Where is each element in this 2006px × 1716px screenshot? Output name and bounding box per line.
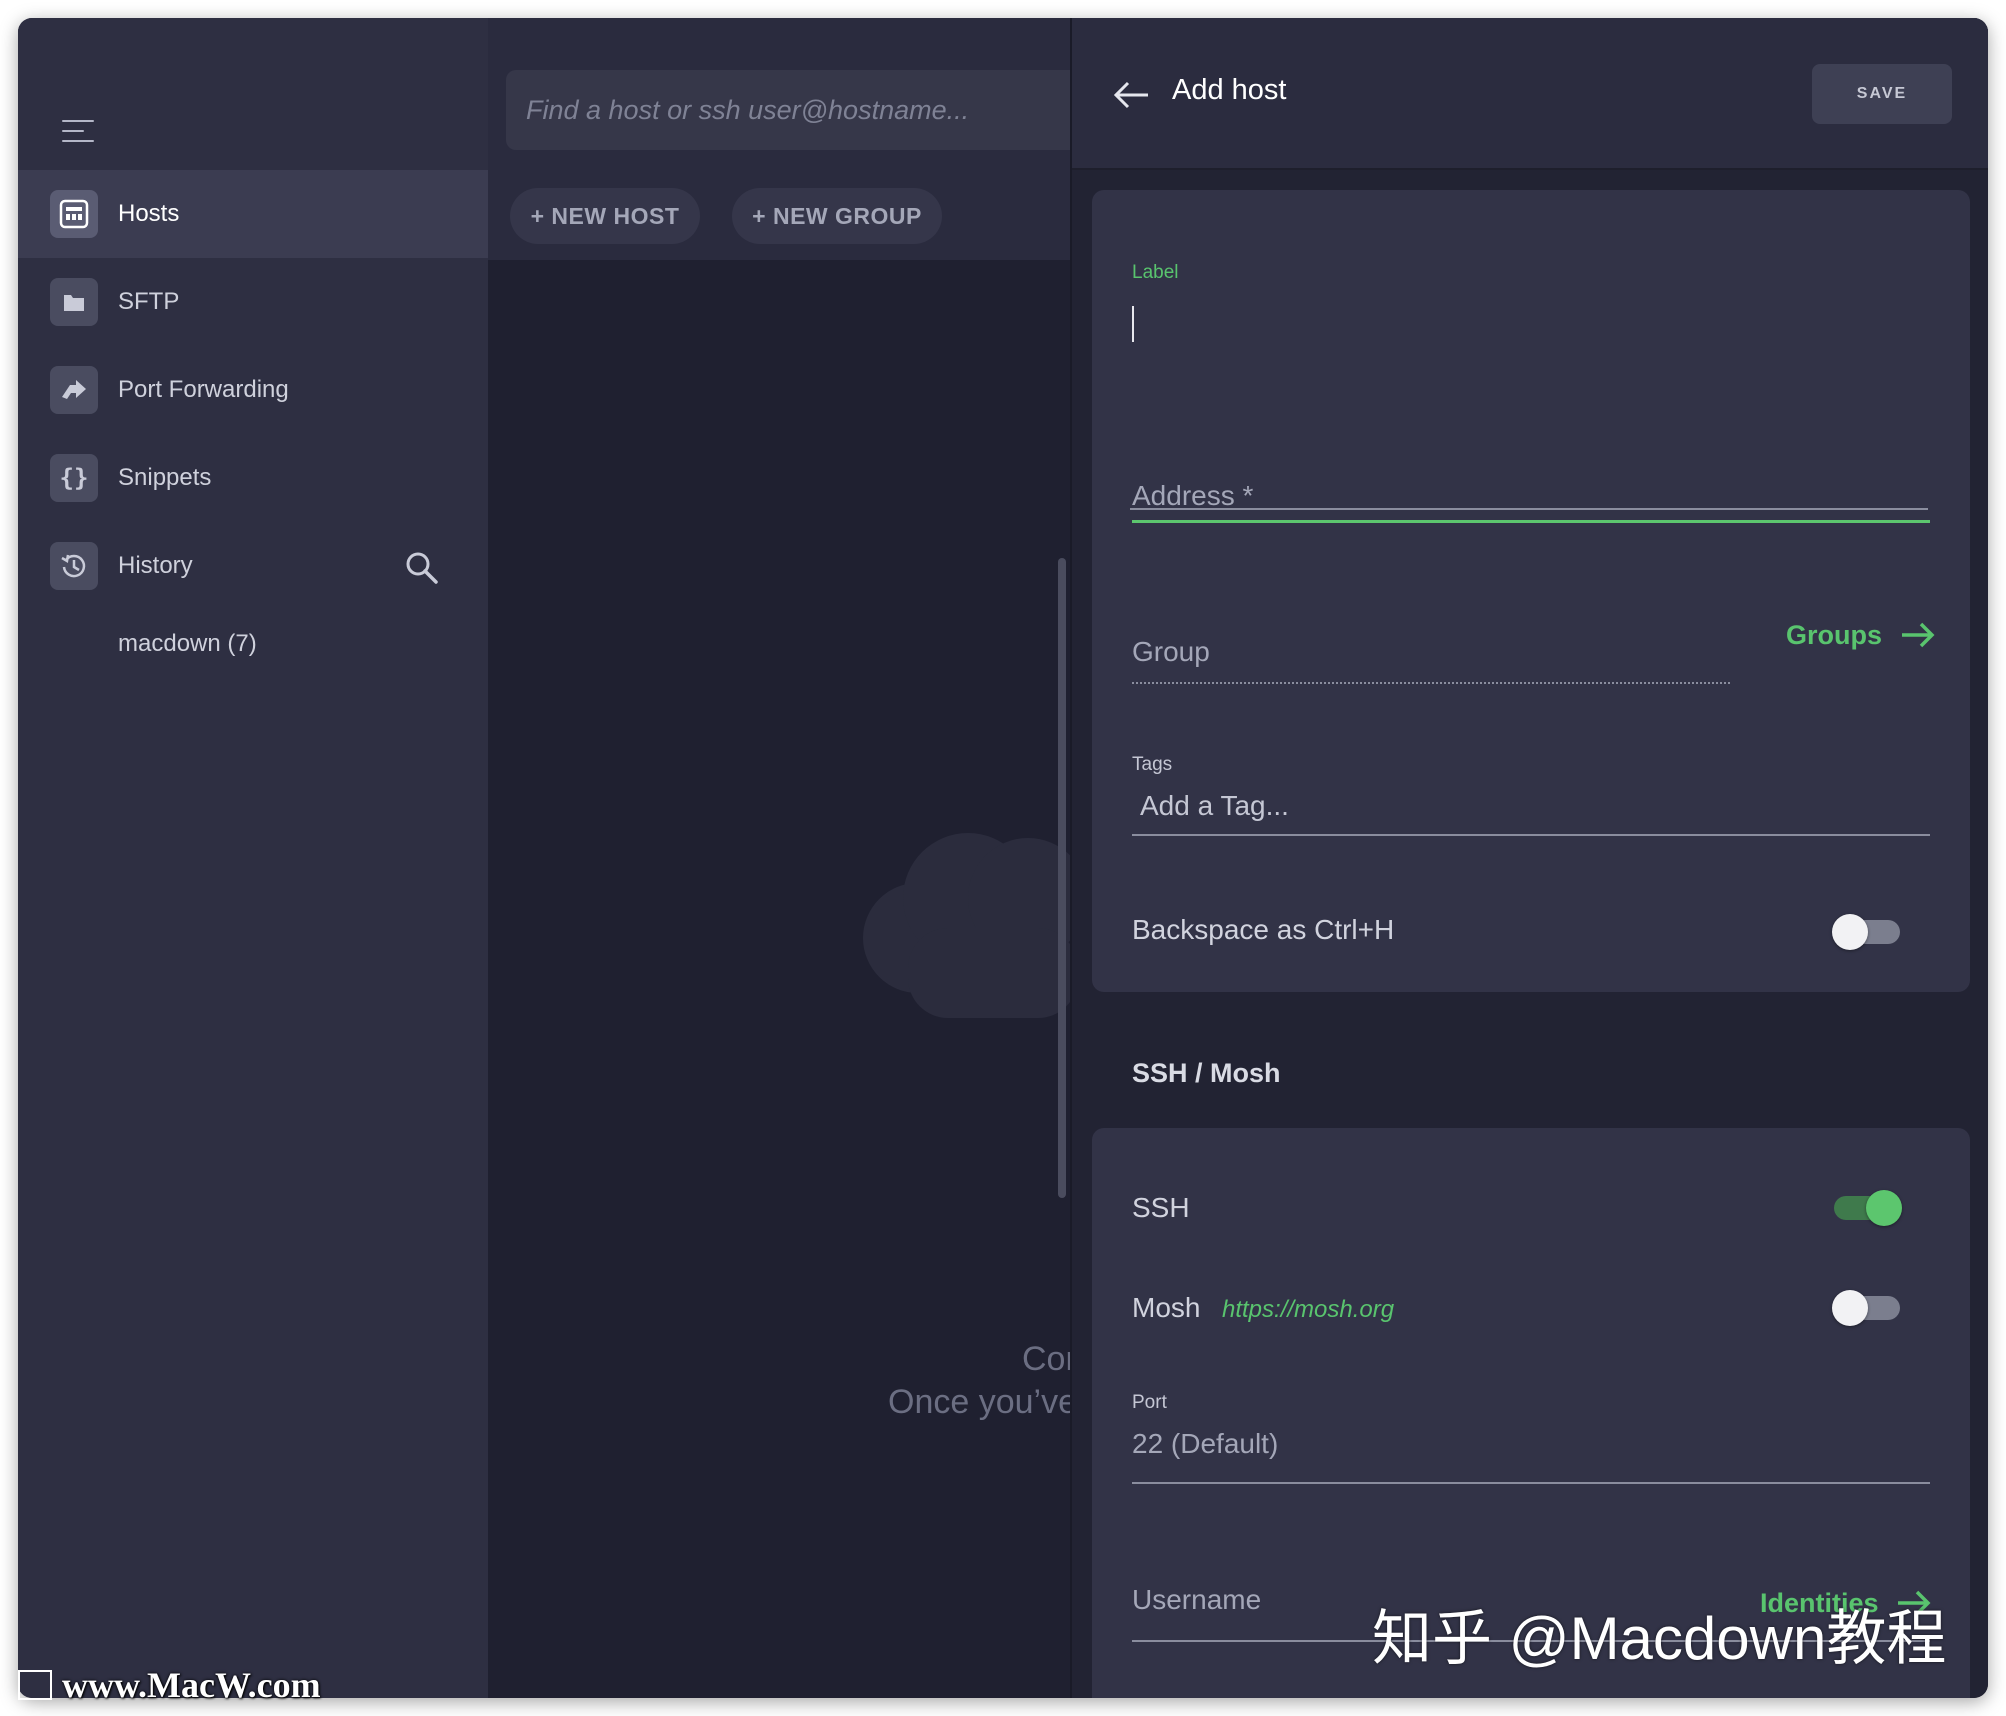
username-field[interactable]: Username [1132,1584,1261,1616]
arrow-right-icon [1901,622,1935,648]
ssh-toggle[interactable] [1832,1190,1902,1226]
watermark-logo [18,1670,52,1700]
back-arrow-icon[interactable] [1112,80,1152,110]
general-card: Label Address * Group Groups Tags Add a … [1092,190,1970,992]
hosts-icon [50,190,98,238]
mosh-label: Mosh [1132,1292,1201,1323]
hosts-list-area: Find a host or ssh user@hostname... + NE… [488,18,1078,1698]
port-forwarding-icon [50,366,98,414]
sidebar-item-label: Snippets [118,464,212,491]
ssh-label: SSH [1132,1192,1190,1223]
sidebar-item-label: SFTP [118,288,180,315]
tags-input[interactable]: Add a Tag... [1140,790,1289,822]
history-icon [50,542,98,590]
mosh-toggle[interactable] [1832,1290,1902,1326]
search-input[interactable]: Find a host or ssh user@hostname... [506,70,1070,150]
sidebar-item-port-forwarding[interactable]: Port Forwarding [18,346,488,434]
port-input[interactable]: 22 (Default) [1132,1428,1278,1460]
empty-state-subtitle: Once you’ve [888,1383,1077,1421]
watermark-url: www.MacW.com [62,1665,321,1705]
group-field[interactable]: Group [1132,636,1210,668]
sidebar-item-sftp[interactable]: SFTP [18,258,488,346]
page-title: Add host [1172,74,1287,106]
label-field[interactable] [1132,300,1930,360]
panel-header: Add host SAVE [1072,18,1988,170]
app-window: Hosts SFTP Port Forwarding {} Snippets H… [18,18,1988,1698]
sidebar-item-hosts[interactable]: Hosts [18,170,488,258]
label-field-label: Label [1132,262,1179,283]
add-host-panel: Add host SAVE Label Address * Group Grou… [1070,18,1988,1698]
hosts-toolbar: Find a host or ssh user@hostname... + NE… [488,18,1070,260]
groups-link[interactable]: Groups [1786,620,1936,651]
sidebar-item-snippets[interactable]: {} Snippets [18,434,488,522]
sidebar: Hosts SFTP Port Forwarding {} Snippets H… [18,18,488,1698]
cloud-icon [863,833,1078,1018]
menu-icon[interactable] [62,118,94,144]
search-icon[interactable] [404,550,440,586]
tags-field-label: Tags [1132,754,1173,775]
port-field-label: Port [1132,1392,1167,1413]
groups-link-label: Groups [1786,620,1883,650]
sidebar-item-label: Port Forwarding [118,376,289,403]
watermark-zhihu: 知乎 @Macdown教程 [1372,1605,1947,1672]
mosh-link[interactable]: https://mosh.org [1222,1296,1394,1324]
history-group-entry[interactable]: macdown (7) [118,630,257,658]
new-group-button[interactable]: + NEW GROUP [732,188,942,244]
backspace-toggle[interactable] [1832,914,1902,950]
address-underline [1130,508,1928,510]
save-button[interactable]: SAVE [1812,64,1952,124]
sidebar-item-label: History [118,552,193,579]
backspace-label: Backspace as Ctrl+H [1132,914,1395,945]
new-host-button[interactable]: + NEW HOST [510,188,700,244]
sidebar-item-label: Hosts [118,200,180,227]
scrollbar[interactable] [1058,558,1066,1198]
folder-icon [50,278,98,326]
section-title: SSH / Mosh [1132,1058,1281,1088]
snippets-icon: {} [50,454,98,502]
